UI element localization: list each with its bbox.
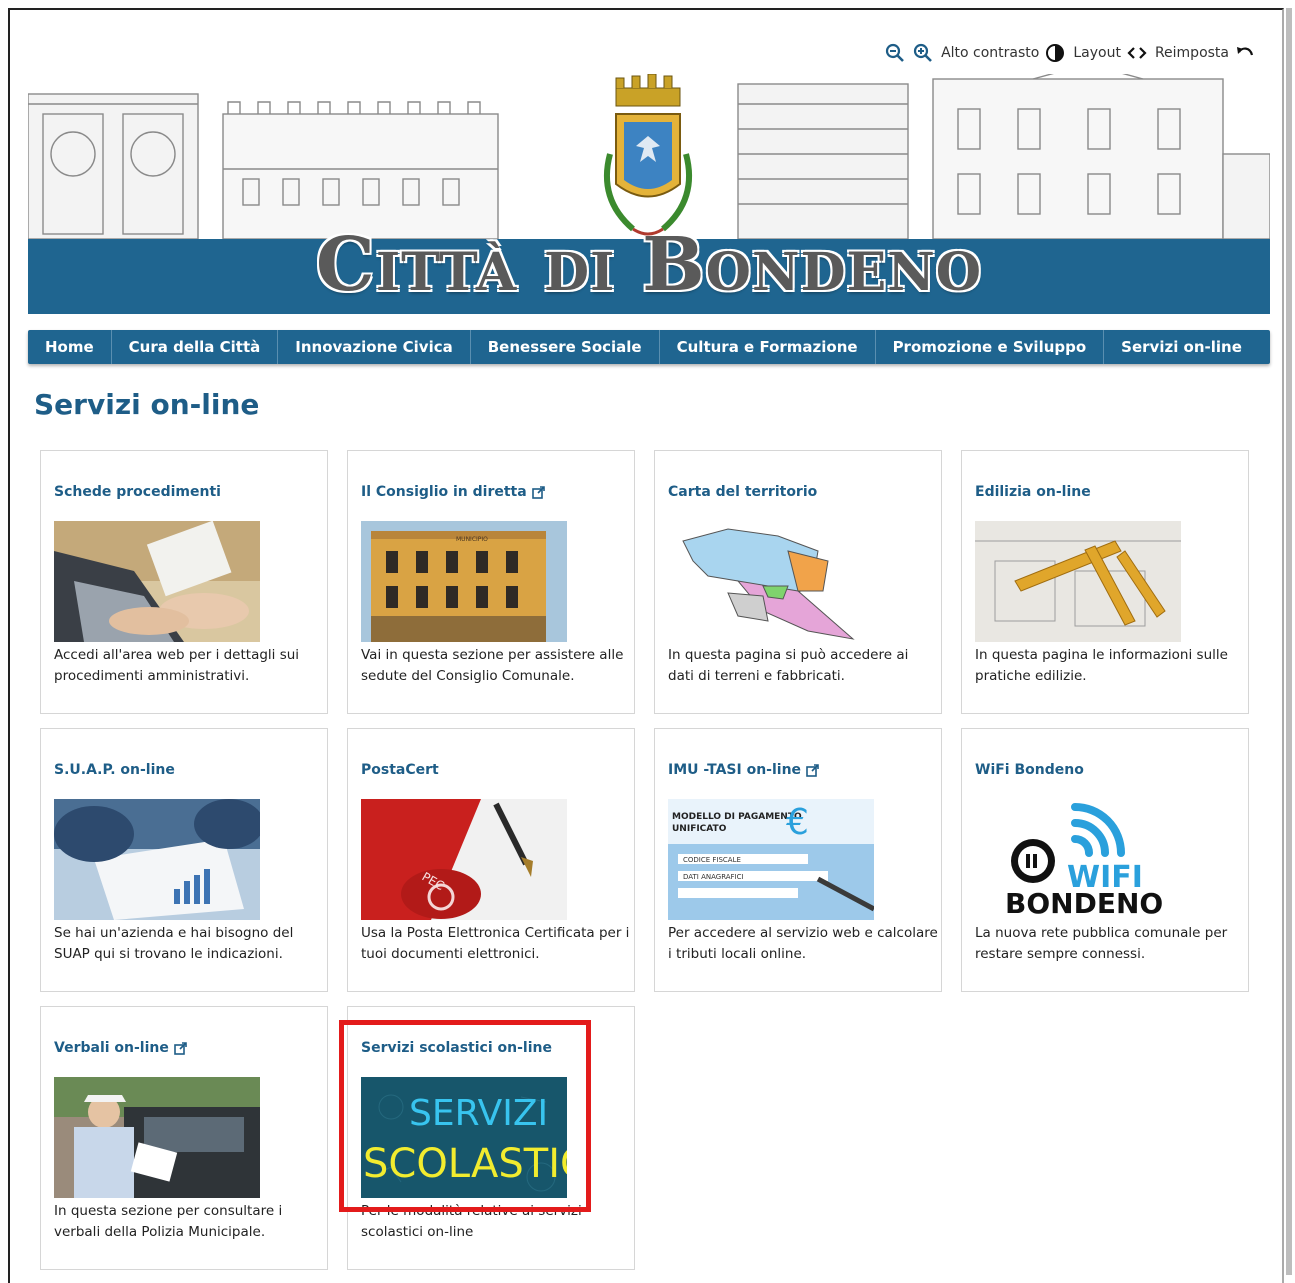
external-link-icon [806,763,819,777]
card-title-link[interactable]: S.U.A.P. on-line [54,762,175,778]
card-image-laptop[interactable] [54,521,260,642]
card-title-link[interactable]: IMU -TASI on-line [668,762,819,778]
reset-button[interactable]: Reimposta [1155,43,1255,63]
card-description: In questa sezione per consultare i verba… [54,1203,283,1240]
nav-item-promozione-sviluppo[interactable]: Promozione e Sviluppo [876,330,1105,364]
card-title: Carta del territorio [668,484,818,500]
card-image-blueprint[interactable] [975,521,1181,642]
card-title-link[interactable]: PostaCert [361,762,439,778]
external-link-icon [531,485,545,499]
card-title: Il Consiglio in diretta [361,484,527,500]
nav-item-home[interactable]: Home [28,330,112,364]
scolastici-text: SERVIZI [409,1093,548,1134]
card-title-link[interactable]: Servizi scolastici on-line [361,1040,552,1056]
card-title: Servizi scolastici on-line [361,1040,552,1056]
service-card-verbali-online[interactable]: Verbali on-line In questa sezione per co… [40,1006,328,1270]
card-title-link[interactable]: Il Consiglio in diretta [361,484,545,500]
service-card-postacert[interactable]: PostaCert PEC Usa la Posta Elettronica C… [347,728,635,992]
card-image-municipio[interactable]: MUNICIPIO [361,521,567,642]
municipio-sign-text: MUNICIPIO [456,536,488,543]
card-description: Per le modalità relative ai servizi scol… [361,1203,582,1240]
imu-form-text: UNIFICATO [672,824,727,834]
layout-button[interactable]: Layout [1073,43,1147,63]
card-image-business-meeting[interactable] [54,799,260,920]
card-description: Usa la Posta Elettronica Certificata per… [361,925,630,962]
service-card-schede-procedimenti[interactable]: Schede procedimenti Accedi all'area web … [40,450,328,714]
card-title: S.U.A.P. on-line [54,762,175,778]
service-card-carta-territorio[interactable]: Carta del territorio In questa pagina si… [654,450,942,714]
card-title: IMU -TASI on-line [668,762,802,778]
card-description: Accedi all'area web per i dettagli sui p… [54,647,300,684]
card-title: Schede procedimenti [54,484,221,500]
euro-symbol: € [786,802,809,843]
nav-item-innovazione-civica[interactable]: Innovazione Civica [278,330,471,364]
wifi-logo-text: BONDENO [1005,887,1163,920]
card-title-link[interactable]: Edilizia on-line [975,484,1091,500]
accessibility-toolbar: Alto contrasto Layout Reimposta [830,40,1255,66]
imu-form-text: MODELLO DI PAGAMENTO [672,812,802,822]
service-card-servizi-scolastici[interactable]: Servizi scolastici on-line SERVIZI SCOLA… [347,1006,635,1270]
card-title-link[interactable]: Schede procedimenti [54,484,221,500]
card-title: WiFi Bondeno [975,762,1084,778]
card-description: Vai in questa sezione per assistere alle… [361,647,624,684]
code-brackets-icon [1127,43,1147,63]
layout-label: Layout [1073,45,1121,61]
scrollbar[interactable] [1286,8,1292,1275]
main-navigation: Home Cura della Città Innovazione Civica… [28,330,1270,364]
card-image-servizi-scolastici[interactable]: SERVIZI SCOLASTICI [361,1077,567,1198]
contrast-button[interactable]: Alto contrasto [941,43,1065,63]
zoom-in-icon [913,43,933,63]
nav-item-servizi-online[interactable]: Servizi on-line [1104,330,1259,364]
nav-item-benessere-sociale[interactable]: Benessere Sociale [471,330,660,364]
card-description: Se hai un'azienda e hai bisogno del SUAP… [54,925,294,962]
card-image-territory-map[interactable] [668,521,874,642]
card-description: Per accedere al servizio web e calcolare… [668,925,938,962]
card-image-police-officer[interactable] [54,1077,260,1198]
service-card-imu-tasi[interactable]: IMU -TASI on-line MODELLO DI PAGAMENTO U… [654,728,942,992]
card-description: In questa pagina le informazioni sulle p… [975,647,1228,684]
card-title: PostaCert [361,762,439,778]
card-image-f24-form[interactable]: MODELLO DI PAGAMENTO UNIFICATO CODICE FI… [668,799,874,920]
card-title-link[interactable]: Carta del territorio [668,484,817,500]
card-title: Verbali on-line [54,1040,169,1056]
external-link-icon [174,1041,187,1055]
site-header-banner[interactable]: Città di Bondeno [28,74,1270,314]
zoom-in-button[interactable] [913,43,933,63]
card-title-link[interactable]: Verbali on-line [54,1040,187,1056]
card-title-link[interactable]: WiFi Bondeno [975,762,1084,778]
service-card-edilizia-online[interactable]: Edilizia on-line In questa pagina le inf… [961,450,1249,714]
card-description: In questa pagina si può accedere ai dati… [668,647,909,684]
service-card-consiglio-diretta[interactable]: Il Consiglio in diretta MUNICIPIO Vai in… [347,450,635,714]
zoom-out-icon [885,43,905,63]
imu-form-text: CODICE FISCALE [683,856,741,864]
city-crest-logo [604,74,692,236]
zoom-out-button[interactable] [885,43,905,63]
nav-item-cultura-formazione[interactable]: Cultura e Formazione [660,330,876,364]
page-title: Servizi on-line [34,388,260,421]
nav-item-cura-della-citta[interactable]: Cura della Città [112,330,279,364]
scolastici-text: SCOLASTICI [363,1141,567,1187]
contrast-label: Alto contrasto [941,45,1040,61]
card-image-pec-seal[interactable]: PEC [361,799,567,920]
reset-label: Reimposta [1154,45,1229,61]
imu-form-text: DATI ANAGRAFICI [683,873,744,881]
service-card-wifi-bondeno[interactable]: WiFi Bondeno WIFI BONDENO La nuova rete … [961,728,1249,992]
contrast-icon [1045,43,1065,63]
service-card-suap-online[interactable]: S.U.A.P. on-line Se hai un'azienda e hai… [40,728,328,992]
card-title: Edilizia on-line [975,484,1091,500]
card-image-wifi-logo[interactable]: WIFI BONDENO [975,799,1181,920]
undo-icon [1235,43,1255,63]
card-description: La nuova rete pubblica comunale per rest… [975,925,1228,962]
